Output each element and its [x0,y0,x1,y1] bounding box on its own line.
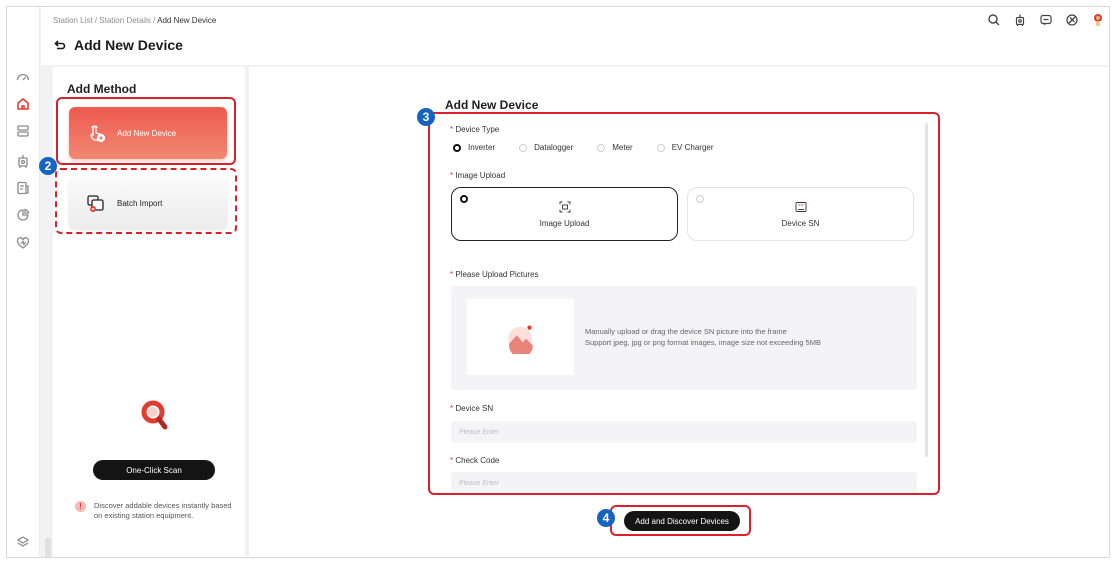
device-form: Device Type Inverter Datalogger Meter EV… [435,112,941,496]
device-icon[interactable] [1013,13,1027,27]
upload-option-label: Image Upload [539,218,590,228]
breadcrumb-separator: / [153,16,156,25]
device-icon[interactable] [15,153,31,169]
message-icon[interactable] [1039,13,1053,27]
icon-rail [7,7,40,557]
form-scrollbar[interactable] [925,123,928,457]
breadcrumb-station-details[interactable]: Station Details [99,16,151,25]
batch-import-icon [87,195,104,212]
dashboard-icon[interactable] [15,69,31,85]
main-panel: Add New Device Device Type Inverter Data… [249,67,1109,557]
upload-hints: Manually upload or drag the device SN pi… [585,326,821,348]
settings-icon[interactable] [1065,13,1079,27]
touch-add-icon [90,125,106,143]
back-icon[interactable] [54,39,66,51]
device-sn-label: Device SN [450,404,493,413]
image-upload-label: Image Upload [450,171,505,180]
device-type-ev-charger[interactable]: EV Charger [656,143,714,152]
avatar[interactable] [1091,13,1105,27]
breadcrumb-current: Add New Device [157,16,217,25]
device-type-group: Inverter Datalogger Meter EV Charger [453,143,714,152]
device-type-inverter[interactable]: Inverter [453,143,495,152]
check-code-input[interactable] [451,472,917,494]
sn-icon [795,201,806,212]
top-icons [987,13,1105,27]
image-placeholder-icon [507,325,533,354]
pie-chart-icon[interactable] [15,207,31,223]
upload-option-label: Device SN [781,218,820,228]
upload-thumbnail [467,299,574,375]
device-type-meter[interactable]: Meter [597,143,633,152]
device-type-label: Device Type [450,125,499,134]
device-type-label: Meter [612,143,633,152]
report-icon[interactable] [15,180,31,196]
radio-icon [696,195,704,203]
step-badge-3: 3 [417,108,435,126]
magnifier-icon [141,400,168,430]
discover-note-text: Discover addable devices instantly based… [94,501,232,520]
page-title: Add New Device [54,37,183,53]
list-icon[interactable] [15,123,31,139]
radio-icon [519,143,528,152]
warning-icon: ! [75,501,86,512]
breadcrumb: Station List / Station Details / Add New… [53,16,216,25]
device-sn-input[interactable] [451,421,917,443]
discover-note: ! Discover addable devices instantly bas… [75,501,235,521]
search-icon[interactable] [987,13,1001,27]
device-type-label: Datalogger [534,143,574,152]
breadcrumb-separator: / [94,16,98,25]
add-method-title: Add Method [67,82,137,96]
device-type-label: Inverter [468,143,496,152]
device-type-label: EV Charger [671,143,714,152]
collapse-handle[interactable] [45,538,51,557]
one-click-scan-button[interactable]: One-Click Scan [93,460,215,480]
top-bar: Station List / Station Details / Add New… [41,7,1109,65]
check-code-label: Check Code [450,456,499,465]
scan-image-icon [559,201,570,212]
home-icon[interactable] [15,96,31,112]
device-type-datalogger[interactable]: Datalogger [519,143,573,152]
upload-hint-2: Support jpeg, jpg or png format images, … [585,338,821,347]
add-new-device-method[interactable]: Add New Device [69,107,227,159]
upload-hint-1: Manually upload or drag the device SN pi… [585,327,787,336]
upload-option-device-sn[interactable]: Device SN [687,187,914,241]
radio-icon [453,143,461,152]
batch-import-label: Batch Import [117,198,163,208]
upload-pictures-label: Please Upload Pictures [450,270,538,279]
upload-option-image[interactable]: Image Upload [451,187,678,241]
app-window: Station List / Station Details / Add New… [6,6,1110,558]
step-badge-2: 2 [39,157,57,175]
step-badge-4: 4 [597,509,615,527]
picture-dropzone[interactable]: Manually upload or drag the device SN pi… [451,286,917,390]
page-title-text: Add New Device [74,37,183,53]
breadcrumb-station-list[interactable]: Station List [53,16,93,25]
radio-icon [656,143,665,152]
add-method-panel: Add Method Add New Device Batch Import O… [53,67,245,557]
batch-import-method[interactable]: Batch Import [69,177,227,229]
add-new-device-label: Add New Device [117,128,177,138]
radio-icon [460,195,468,203]
radio-icon [597,143,606,152]
layers-icon[interactable] [15,534,31,550]
form-title: Add New Device [445,98,539,112]
add-and-discover-button[interactable]: Add and Discover Devices [624,511,740,531]
heart-icon[interactable] [15,235,31,251]
